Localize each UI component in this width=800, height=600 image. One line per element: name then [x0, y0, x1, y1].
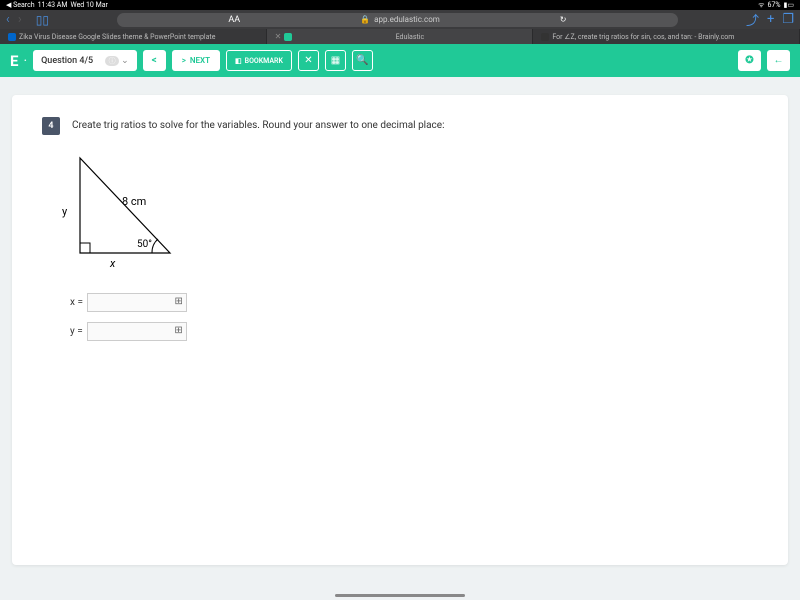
content-area: ‹ › 4 Create trig ratios to solve for th…	[0, 77, 800, 583]
bookmark-icon: ◧	[235, 57, 242, 65]
back-to-app[interactable]: ◀ Search	[6, 1, 35, 9]
battery-percent: 67%	[768, 1, 781, 9]
x-input[interactable]	[87, 293, 187, 312]
bookmark-button[interactable]: ◧ BOOKMARK	[226, 50, 292, 71]
zoom-button[interactable]: 🔍	[352, 50, 373, 71]
tab-brainly[interactable]: For ∠Z, create trig ratios for sin, cos,…	[533, 29, 800, 44]
prev-question-button[interactable]: <	[143, 50, 166, 71]
wifi-icon: ᯤ	[758, 1, 764, 10]
question-selector[interactable]: Question 4/5 ⓘ ⌄	[33, 50, 137, 71]
y-input[interactable]	[87, 322, 187, 341]
label-x: x	[110, 257, 115, 270]
battery-icon: ▮▭	[784, 1, 794, 9]
calculator-button[interactable]: ▦	[325, 50, 346, 71]
question-number-badge: 4	[42, 117, 60, 135]
app-logo[interactable]: E	[10, 52, 18, 70]
tab-edulastic[interactable]: ✕ Edulastic	[267, 29, 534, 44]
tab-label: For ∠Z, create trig ratios for sin, cos,…	[552, 33, 734, 41]
app-content: E · Question 4/5 ⓘ ⌄ < > NEXT ◧ BOOKMARK…	[0, 44, 800, 600]
x-label: x =	[70, 297, 83, 308]
logo-dot: ·	[23, 53, 27, 69]
browser-tabs: Zika Virus Disease Google Slides theme &…	[0, 29, 800, 44]
exit-button[interactable]: ←	[767, 50, 790, 71]
prev-page-chevron[interactable]: ‹	[0, 321, 1, 340]
favicon-icon	[8, 33, 16, 41]
url-text: app.edulastic.com	[374, 15, 440, 24]
share-icon[interactable]: ⤴	[746, 10, 759, 29]
tab-label: Edulastic	[396, 33, 425, 41]
bookmark-label: BOOKMARK	[245, 57, 283, 65]
text-size-button[interactable]: AA	[228, 15, 240, 25]
bookmarks-icon[interactable]: ▯▯	[36, 13, 49, 27]
address-bar[interactable]: AA 🔒 app.edulastic.com ↻	[117, 13, 678, 27]
lock-icon: 🔒	[360, 15, 370, 24]
question-card: 4 Create trig ratios to solve for the va…	[12, 95, 788, 565]
status-time: 11:43 AM	[38, 1, 68, 9]
favicon-icon	[541, 33, 549, 41]
ios-status-bar: ◀ Search 11:43 AM Wed 10 Mar ᯤ 67% ▮▭	[0, 0, 800, 10]
accessibility-button[interactable]: ✪	[738, 50, 761, 71]
info-icon: ⓘ	[105, 56, 119, 66]
next-question-button[interactable]: > NEXT	[172, 50, 220, 71]
triangle-figure: 8 cm 50° y x	[70, 153, 180, 273]
clear-button[interactable]: ✕	[298, 50, 319, 71]
chevron-down-icon: ⌄	[121, 56, 129, 66]
browser-forward-button[interactable]: ›	[18, 12, 22, 27]
question-text: Create trig ratios to solve for the vari…	[72, 117, 445, 131]
question-counter: Question 4/5	[41, 56, 93, 66]
next-arrow-icon: >	[182, 56, 186, 65]
favicon-icon	[284, 33, 292, 41]
new-tab-icon[interactable]: +	[767, 12, 774, 27]
browser-back-button[interactable]: ‹	[6, 12, 10, 27]
safari-toolbar: ‹ › ▯▯ AA 🔒 app.edulastic.com ↻ ⤴ + ❐	[0, 10, 800, 29]
answer-inputs: x = y =	[70, 293, 758, 341]
next-label: NEXT	[190, 56, 210, 65]
tabs-overview-icon[interactable]: ❐	[782, 12, 794, 27]
status-date: Wed 10 Mar	[70, 1, 107, 9]
tab-label: Zika Virus Disease Google Slides theme &…	[19, 33, 215, 41]
y-label: y =	[70, 326, 83, 337]
app-header: E · Question 4/5 ⓘ ⌄ < > NEXT ◧ BOOKMARK…	[0, 44, 800, 77]
label-y: y	[62, 205, 67, 218]
tab-zika[interactable]: Zika Virus Disease Google Slides theme &…	[0, 29, 267, 44]
label-angle: 50°	[137, 239, 152, 250]
close-tab-icon[interactable]: ✕	[275, 32, 282, 41]
refresh-icon[interactable]: ↻	[560, 15, 567, 24]
home-indicator[interactable]	[335, 594, 465, 597]
label-hypotenuse: 8 cm	[122, 195, 146, 208]
